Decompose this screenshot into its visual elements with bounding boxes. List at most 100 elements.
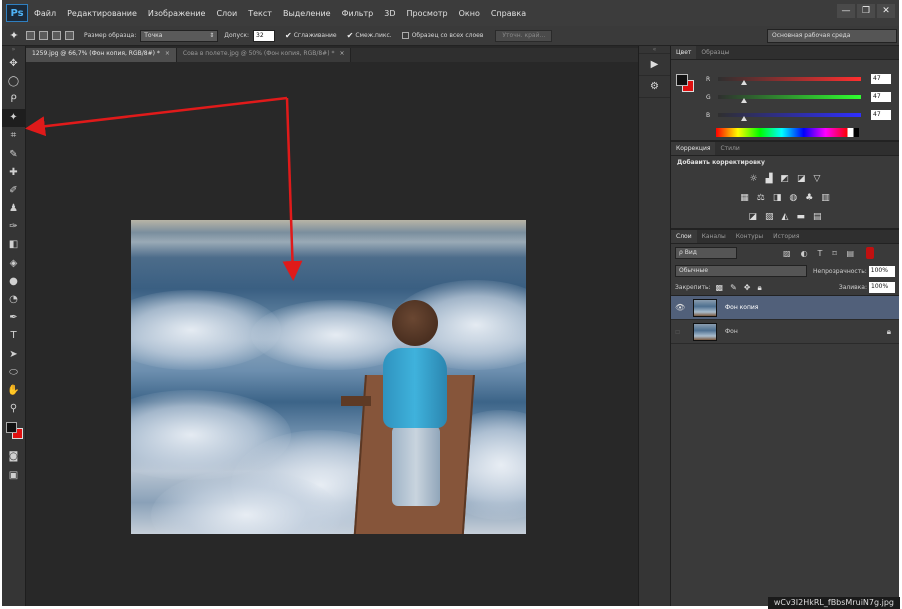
red-slider[interactable] [718,77,861,85]
add-selection-icon[interactable] [39,31,48,40]
menu-image[interactable]: Изображение [148,9,206,18]
move-tool-icon[interactable]: ✥ [2,54,25,72]
lasso-tool-icon[interactable]: ᑭ [2,90,25,108]
type-tool-icon[interactable]: T [2,327,25,345]
menu-type[interactable]: Текст [248,9,272,18]
menu-3d[interactable]: 3D [384,9,395,18]
brush-tool-icon[interactable]: ✐ [2,181,25,199]
slider-thumb[interactable] [740,98,747,103]
eye-icon[interactable]: 👁︎ [675,303,689,312]
ellipse-tool-icon[interactable]: ⬭ [2,363,25,381]
slider-thumb[interactable] [740,80,747,85]
tab-channels[interactable]: Каналы [697,230,731,243]
menu-window[interactable]: Окно [459,9,480,18]
channel-mixer-icon[interactable]: ♣ [805,193,813,203]
antialias-checkbox[interactable]: ✔ Сглаживание [285,31,337,40]
green-value-input[interactable]: 47 [871,92,891,102]
blur-tool-icon[interactable]: ● [2,272,25,290]
dock-grip-icon[interactable]: « [639,46,670,54]
menu-help[interactable]: Справка [491,9,526,18]
contiguous-checkbox[interactable]: ✔ Смеж.пикс. [347,31,392,40]
fill-input[interactable]: 100% [869,282,895,293]
lock-position-icon[interactable]: ✥ [744,283,751,293]
close-button[interactable]: ✕ [877,4,895,18]
magic-wand-icon[interactable]: ✦ [2,29,26,42]
screen-mode-icon[interactable]: ▣ [2,466,25,484]
minimize-button[interactable]: — [837,4,855,18]
tab-color[interactable]: Цвет [671,46,697,59]
tab-layers[interactable]: Слои [671,230,697,243]
blue-slider[interactable] [718,113,861,121]
all-layers-checkbox[interactable]: Образец со всех слоев [401,32,483,39]
marquee-tool-icon[interactable]: ◯ [2,72,25,90]
menu-file[interactable]: Файл [34,9,56,18]
gradient-map-icon[interactable]: ▬ [796,212,805,222]
opacity-input[interactable]: 100% [868,265,895,277]
type-filter-icon[interactable]: T [818,249,823,258]
threshold-icon[interactable]: ◭ [782,212,789,222]
crop-tool-icon[interactable]: ⌗ [2,127,25,145]
brightness-contrast-icon[interactable]: ☼ [750,174,758,184]
canvas-area[interactable] [26,62,638,606]
zoom-tool-icon[interactable]: ⚲ [2,400,25,418]
blue-value-input[interactable]: 47 [871,110,891,120]
foreground-color-swatch[interactable] [6,421,17,433]
history-brush-tool-icon[interactable]: ✑ [2,218,25,236]
filter-toggle[interactable] [866,247,875,259]
lock-transparency-icon[interactable]: ▩ [716,283,724,293]
blend-mode-select[interactable]: Обычные [675,265,807,277]
eraser-tool-icon[interactable]: ◧ [2,236,25,254]
layer-row[interactable]: 👁︎ Фон копия [671,296,899,320]
close-icon[interactable]: × [339,50,344,57]
shape-filter-icon[interactable]: ⌑ [832,249,836,258]
adjustment-filter-icon[interactable]: ◐ [801,249,808,258]
posterize-icon[interactable]: ▧ [765,212,774,222]
menu-select[interactable]: Выделение [283,9,331,18]
clone-stamp-tool-icon[interactable]: ♟ [2,200,25,218]
eyedropper-tool-icon[interactable]: ✎ [2,145,25,163]
exposure-icon[interactable]: ◪ [797,174,806,184]
visibility-off-icon[interactable]: ▫ [675,327,689,336]
doc-tab-1259[interactable]: 1259.jpg @ 66,7% (Фон копия, RGB/8#) * × [26,48,177,62]
doc-tab-owl[interactable]: Сова в полете.jpg @ 50% (Фон копия, RGB/… [176,48,352,62]
lock-pixels-icon[interactable]: ✎ [730,283,737,293]
healing-brush-tool-icon[interactable]: ✚ [2,163,25,181]
tab-adjustments[interactable]: Коррекция [671,142,716,155]
intersect-selection-icon[interactable] [65,31,74,40]
layer-kind-select[interactable]: ρ Вид [675,247,737,259]
slider-thumb[interactable] [740,116,747,121]
sample-size-select[interactable]: Точка ⇕ [140,29,219,42]
magic-wand-tool-icon[interactable]: ✦ [2,108,25,127]
pixel-filter-icon[interactable]: ▨ [783,249,791,258]
properties-icon[interactable]: ⚙ [639,76,670,98]
dodge-tool-icon[interactable]: ◔ [2,290,25,308]
close-icon[interactable]: × [165,50,170,57]
menu-layer[interactable]: Слои [216,9,237,18]
red-value-input[interactable]: 47 [871,74,891,84]
green-slider[interactable] [718,95,861,103]
workspace-select[interactable]: Основная рабочая среда [767,29,897,43]
foreground-color-swatch[interactable] [676,74,688,86]
tab-swatches[interactable]: Образцы [696,46,734,59]
tab-history[interactable]: История [768,230,804,243]
pen-tool-icon[interactable]: ✒ [2,309,25,327]
hand-tool-icon[interactable]: ✋ [2,381,25,399]
toolbox-grip-icon[interactable]: » [2,46,25,54]
quick-mask-icon[interactable]: ◙ [2,448,25,466]
tolerance-input[interactable]: 32 [253,29,276,42]
menu-view[interactable]: Просмотр [407,9,448,18]
vibrance-icon[interactable]: ▽ [814,174,821,184]
subtract-selection-icon[interactable] [52,31,61,40]
lock-all-icon[interactable]: 🔒︎ [758,283,762,293]
photo-filter-icon[interactable]: ◍ [789,193,797,203]
new-selection-icon[interactable] [26,31,35,40]
document-image[interactable] [131,220,526,534]
curves-icon[interactable]: ◩ [781,174,790,184]
refine-edge-button[interactable]: Уточн. край... [495,29,553,42]
tab-paths[interactable]: Контуры [731,230,768,243]
hue-saturation-icon[interactable]: ▦ [740,193,749,203]
layer-row[interactable]: ▫ Фон 🔒︎ [671,320,899,344]
smart-object-filter-icon[interactable]: ▤ [847,249,855,258]
menu-filter[interactable]: Фильтр [342,9,374,18]
path-selection-tool-icon[interactable]: ➤ [2,345,25,363]
